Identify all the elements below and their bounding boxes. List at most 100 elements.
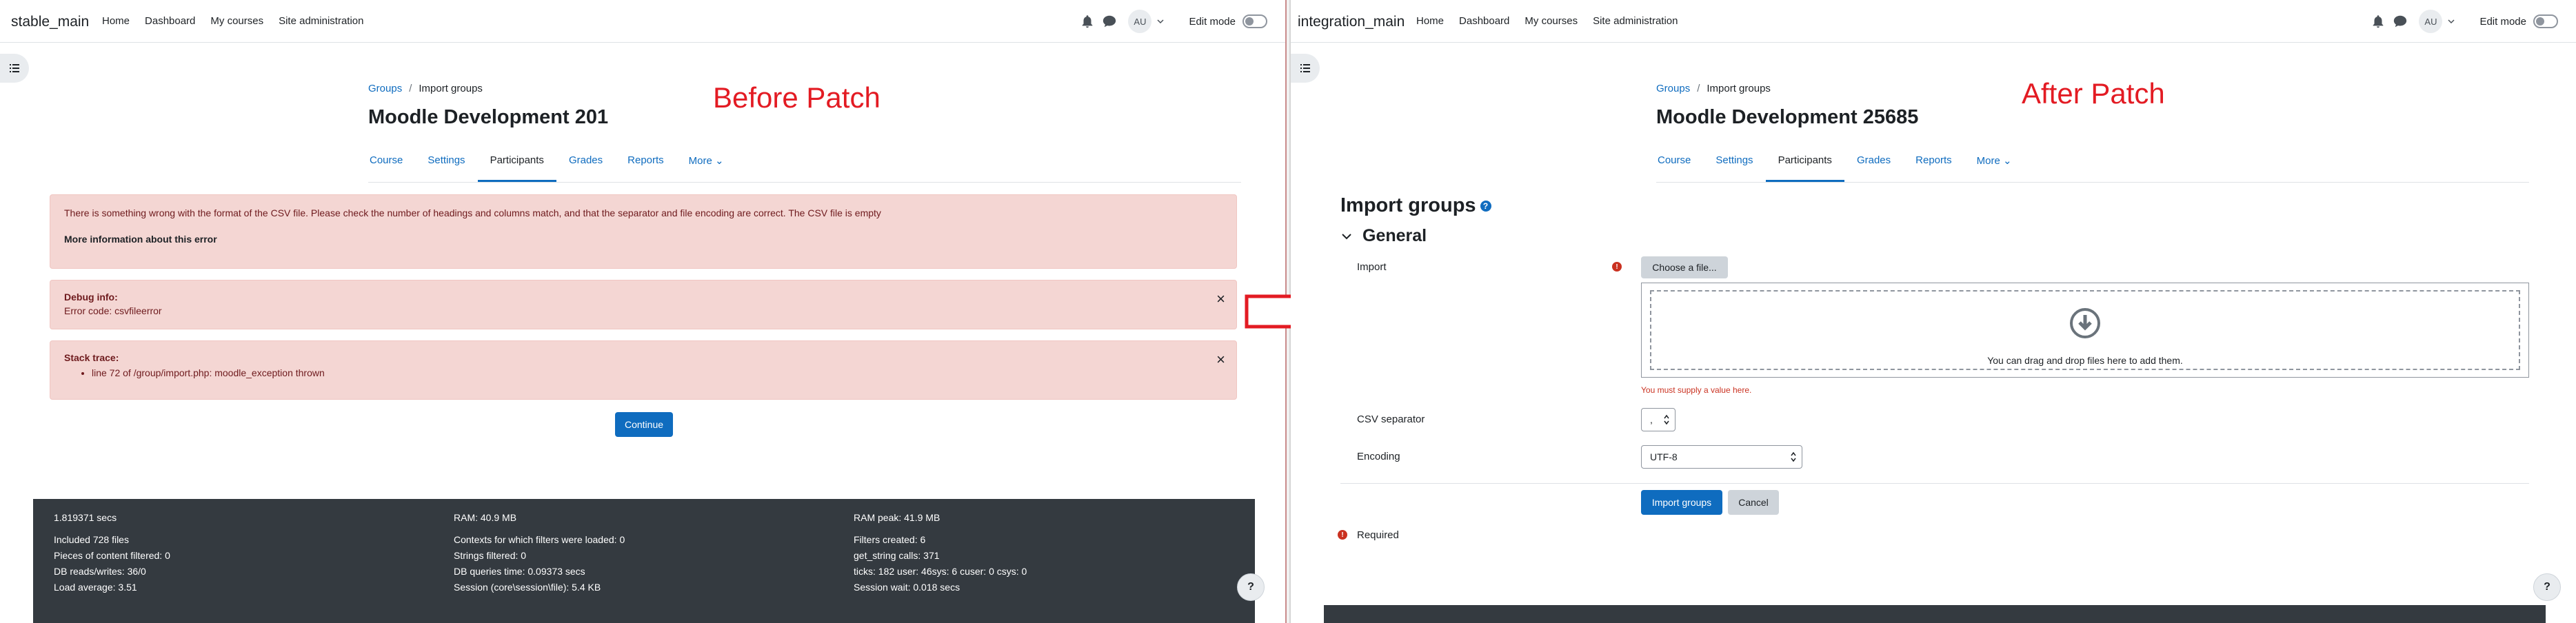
close-icon[interactable]: ×	[1216, 290, 1225, 308]
footer-stat: Session wait: 0.018 secs	[854, 582, 960, 593]
import-groups-button[interactable]: Import groups	[1641, 490, 1722, 515]
choose-file-button[interactable]: Choose a file...	[1641, 256, 1728, 278]
nav-home[interactable]: Home	[102, 15, 130, 27]
footer-stat: Strings filtered: 0	[454, 550, 527, 561]
top-navbar: stable_main Home Dashboard My courses Si…	[0, 0, 1285, 43]
nav-site-administration[interactable]: Site administration	[1593, 15, 1678, 27]
nav-my-courses[interactable]: My courses	[210, 15, 263, 27]
chat-icon[interactable]	[2393, 14, 2408, 29]
error-alert: There is something wrong with the format…	[50, 194, 1237, 269]
edit-mode-toggle[interactable]	[2533, 14, 2558, 28]
footer-stat: Session (core\session\file): 5.4 KB	[454, 582, 601, 593]
footer-stat: Contexts for which filters were loaded: …	[454, 534, 625, 545]
encoding-select[interactable]: UTF-8	[1641, 445, 1802, 469]
footer-stat: get_string calls: 371	[854, 550, 940, 561]
required-icon: !	[1612, 262, 1622, 272]
debug-info-title: Debug info:	[64, 292, 118, 303]
tab-participants[interactable]: Participants	[1765, 146, 1845, 182]
nav-my-courses[interactable]: My courses	[1525, 15, 1578, 27]
list-icon	[10, 64, 19, 72]
user-avatar[interactable]: AU	[1128, 10, 1152, 33]
course-index-drawer-button[interactable]	[0, 54, 29, 83]
footer-column-3: RAM peak: 41.9 MB Filters created: 6 get…	[854, 510, 1027, 595]
after-patch-label: After Patch	[2022, 77, 2165, 110]
footer-stat: 1.819371 secs	[54, 512, 117, 523]
stack-trace-item: line 72 of /group/import.php: moodle_exc…	[92, 367, 1222, 378]
footer-stat: RAM: 40.9 MB	[454, 512, 517, 523]
primary-navigation: Home Dashboard My courses Site administr…	[102, 15, 364, 27]
bell-icon[interactable]	[2371, 14, 2386, 29]
cancel-button[interactable]: Cancel	[1728, 490, 1779, 515]
page-title: Moodle Development 25685	[1656, 106, 1919, 128]
before-patch-label: Before Patch	[713, 81, 881, 114]
footer-stat: DB reads/writes: 36/0	[54, 566, 146, 577]
help-button[interactable]: ?	[1237, 573, 1265, 601]
tab-more[interactable]: More ⌄	[676, 146, 736, 182]
chevron-down-icon[interactable]	[2448, 18, 2455, 25]
required-note: Required	[1357, 529, 1399, 541]
tab-reports[interactable]: Reports	[615, 146, 676, 182]
continue-button[interactable]: Continue	[615, 412, 673, 437]
debug-info-text: Error code: csvfileerror	[64, 305, 162, 316]
footer-column-2: RAM: 40.9 MB Contexts for which filters …	[454, 510, 625, 595]
nav-home[interactable]: Home	[1416, 15, 1444, 27]
tab-more[interactable]: More ⌄	[1964, 146, 2024, 182]
course-index-drawer-button[interactable]	[1291, 54, 1320, 83]
csv-separator-select[interactable]: ,	[1641, 408, 1676, 431]
performance-footer	[1324, 605, 2546, 623]
tab-reports[interactable]: Reports	[1903, 146, 1964, 182]
edit-mode-toggle[interactable]	[1242, 14, 1267, 28]
tab-settings[interactable]: Settings	[415, 146, 477, 182]
site-brand[interactable]: integration_main	[1298, 14, 1405, 30]
user-controls: AU Edit mode	[2371, 10, 2558, 33]
tab-course[interactable]: Course	[1645, 146, 1703, 182]
edit-mode-label: Edit mode	[2479, 15, 2526, 28]
breadcrumb-separator: /	[409, 83, 412, 94]
chevron-down-icon[interactable]	[1340, 230, 1353, 243]
nav-dashboard[interactable]: Dashboard	[1459, 15, 1509, 27]
course-tabs: Course Settings Participants Grades Repo…	[1645, 146, 2024, 182]
chevron-down-icon[interactable]	[1157, 18, 1164, 25]
page-title: Moodle Development 201	[368, 106, 609, 128]
footer-stat: Load average: 3.51	[54, 582, 137, 593]
breadcrumb-groups[interactable]: Groups	[368, 83, 402, 94]
stack-trace-title: Stack trace:	[64, 352, 119, 363]
bell-icon[interactable]	[1080, 14, 1095, 29]
download-icon	[2070, 308, 2100, 338]
file-dropzone[interactable]: You can drag and drop files here to add …	[1641, 283, 2529, 378]
nav-dashboard[interactable]: Dashboard	[145, 15, 195, 27]
site-brand[interactable]: stable_main	[11, 14, 89, 30]
debug-info-alert: Debug info: Error code: csvfileerror ×	[50, 280, 1237, 329]
breadcrumb-separator: /	[1697, 83, 1700, 94]
import-field-error: You must supply a value here.	[1641, 385, 1752, 395]
tab-grades[interactable]: Grades	[1844, 146, 1903, 182]
user-controls: AU Edit mode	[1080, 10, 1267, 33]
import-label: Import	[1357, 261, 1387, 273]
breadcrumb-groups[interactable]: Groups	[1656, 83, 1690, 94]
nav-site-administration[interactable]: Site administration	[279, 15, 363, 27]
tab-course[interactable]: Course	[357, 146, 415, 182]
close-icon[interactable]: ×	[1216, 351, 1225, 369]
edit-mode-label: Edit mode	[1189, 15, 1236, 28]
more-info-link[interactable]: More information about this error	[64, 234, 217, 245]
section-general[interactable]: General	[1340, 226, 1427, 246]
select-arrows-icon	[1664, 414, 1669, 425]
footer-column-1: 1.819371 secs Included 728 files Pieces …	[54, 510, 170, 595]
dropzone-area[interactable]: You can drag and drop files here to add …	[1650, 290, 2520, 370]
section-general-title: General	[1362, 226, 1427, 245]
error-message: There is something wrong with the format…	[64, 207, 881, 218]
tab-settings[interactable]: Settings	[1703, 146, 1765, 182]
performance-footer: 1.819371 secs Included 728 files Pieces …	[33, 499, 1255, 623]
help-icon[interactable]: ?	[1480, 200, 1491, 212]
tab-grades[interactable]: Grades	[556, 146, 615, 182]
chat-icon[interactable]	[1102, 14, 1117, 29]
help-button[interactable]: ?	[2533, 573, 2561, 601]
footer-stat: Filters created: 6	[854, 534, 926, 545]
breadcrumb: Groups / Import groups	[1656, 83, 1771, 94]
form-title-text: Import groups	[1340, 194, 1476, 216]
tabs-divider	[368, 182, 1241, 183]
user-avatar[interactable]: AU	[2419, 10, 2443, 33]
select-arrows-icon	[1791, 451, 1796, 462]
breadcrumb-current: Import groups	[419, 83, 483, 94]
tab-participants[interactable]: Participants	[477, 146, 557, 182]
